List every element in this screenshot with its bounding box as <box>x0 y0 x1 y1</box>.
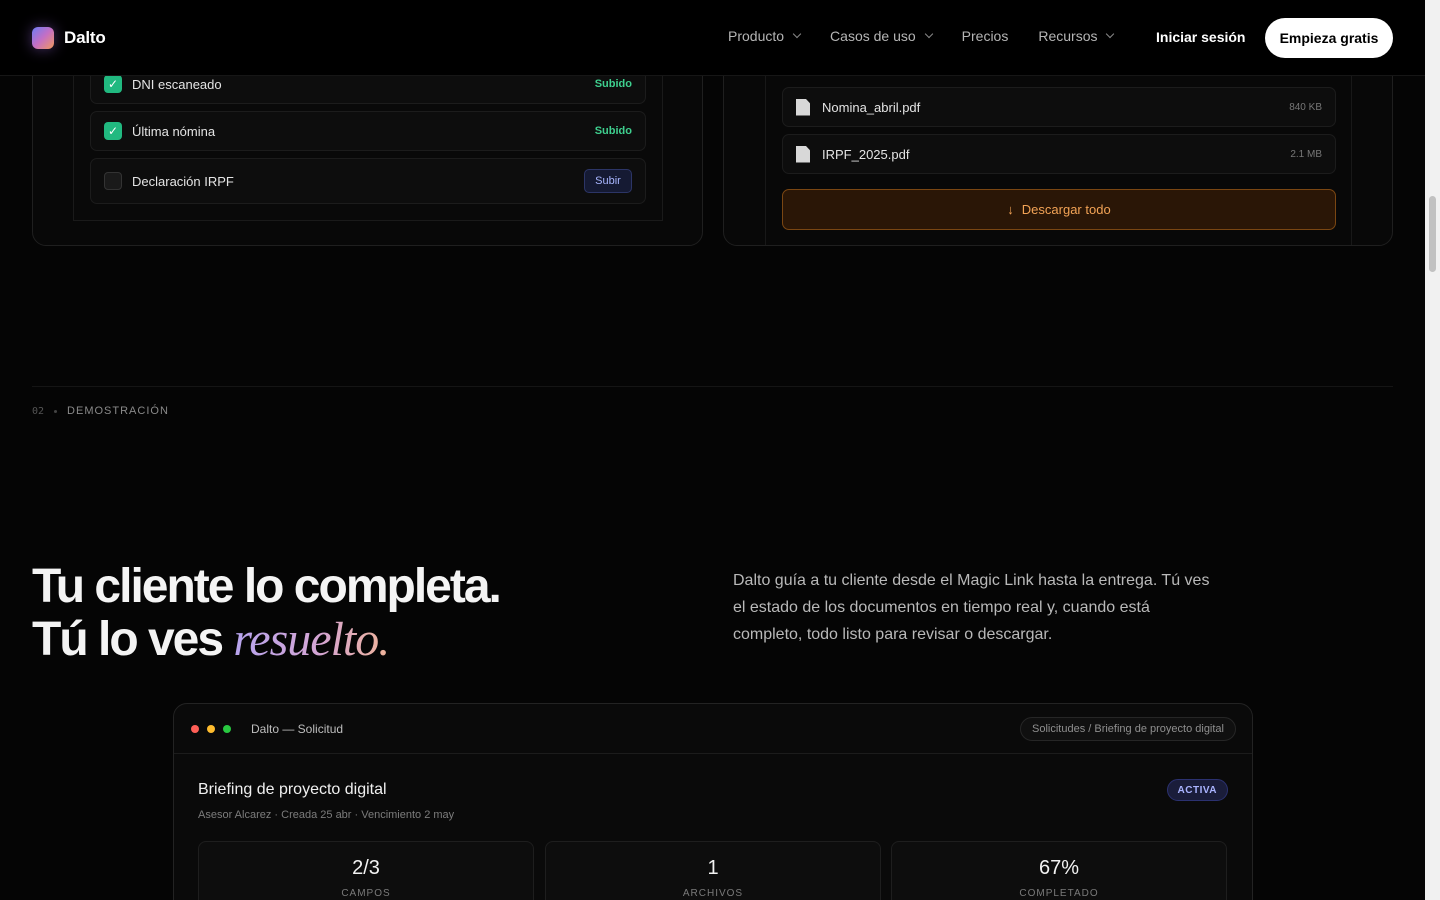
maximize-dot-icon <box>223 724 231 733</box>
file-row[interactable]: IRPF_2025.pdf 2.1 MB <box>782 134 1336 174</box>
stat-value: 1 <box>707 857 719 879</box>
signup-button[interactable]: Empieza gratis <box>1265 18 1393 58</box>
files-card: Nomina_abril.pdf 840 KB IRPF_2025.pdf 2.… <box>723 60 1393 246</box>
stat-label: ARCHIVOS <box>682 888 744 899</box>
request-title: Briefing de proyecto digital <box>198 781 387 798</box>
minimize-dot-icon <box>207 724 215 733</box>
nav-item-label: Producto <box>728 28 785 44</box>
brand-logo-icon <box>32 27 54 49</box>
arrow-down-icon: ↓ <box>1007 202 1014 217</box>
nav-item-casos-de-uso[interactable]: Casos de uso <box>830 28 933 44</box>
chevron-down-icon <box>924 29 933 39</box>
headline-line-1: Tu cliente lo completa. <box>32 560 502 613</box>
chevron-down-icon <box>792 29 802 39</box>
headline-emphasis: resuelto. <box>233 613 390 666</box>
checklist-item-label: Última nómina <box>132 123 216 139</box>
stat-card-completado: 67% COMPLETADO <box>891 841 1227 900</box>
file-size: 840 KB <box>1289 101 1322 113</box>
stat-value: 67% <box>1038 857 1080 879</box>
file-name: IRPF_2025.pdf <box>822 146 910 162</box>
check-icon[interactable]: ✓ <box>104 122 122 140</box>
panel-divider <box>1351 61 1352 245</box>
check-icon[interactable]: ✓ <box>104 75 122 93</box>
section-number: 02 <box>32 405 45 417</box>
brand[interactable]: Dalto <box>32 27 106 49</box>
nav-item-label: Casos de uso <box>830 28 916 44</box>
brand-name: Dalto <box>64 28 106 47</box>
checkbox-empty-icon[interactable] <box>104 172 122 190</box>
section-headline: Tu cliente lo completa. Tú lo ves resuel… <box>32 560 502 666</box>
file-icon <box>796 98 810 116</box>
nav-item-label: Precios <box>961 28 1009 44</box>
section-lead: Dalto guía a tu cliente desde el Magic L… <box>733 572 1210 643</box>
breadcrumb[interactable]: Solicitudes / Briefing de proyecto digit… <box>1020 717 1236 741</box>
window-title: Dalto — Solicitud <box>251 721 344 736</box>
status-badge: ACTIVA <box>1166 779 1228 801</box>
close-dot-icon <box>191 724 199 733</box>
chevron-down-icon <box>1106 29 1115 39</box>
section-divider <box>32 386 1393 387</box>
status-badge: Subido <box>594 125 632 137</box>
file-icon <box>796 145 810 163</box>
request-meta: Asesor Alcarez · Creada 25 abr · Vencimi… <box>198 809 455 821</box>
panel-divider <box>765 61 766 245</box>
checklist-item-label: Declaración IRPF <box>132 173 234 189</box>
page-scrollbar[interactable] <box>1425 0 1440 900</box>
file-row[interactable]: Nomina_abril.pdf 840 KB <box>782 87 1336 127</box>
nav-item-precios[interactable]: Precios <box>962 28 1009 44</box>
status-badge: Subido <box>594 78 632 90</box>
demo-window: Dalto — Solicitud Solicitudes / Briefing… <box>173 703 1253 900</box>
login-link[interactable]: Iniciar sesión <box>1156 29 1245 45</box>
top-nav: Dalto Producto Casos de uso Precios Recu… <box>0 0 1425 76</box>
stat-label: COMPLETADO <box>1019 888 1099 899</box>
download-all-button[interactable]: ↓ Descargar todo <box>782 189 1336 230</box>
checklist-card: ✓ DNI escaneado Subido ✓ Última nómina S… <box>32 60 703 246</box>
file-size: 2.1 MB <box>1290 148 1322 160</box>
dot-separator-icon <box>54 409 58 413</box>
checklist-item: ✓ Última nómina Subido <box>90 111 646 151</box>
file-name: Nomina_abril.pdf <box>822 99 921 115</box>
stat-card-campos: 2/3 CAMPOS <box>198 841 534 900</box>
section-eyebrow: 02 DEMOSTRACIÓN <box>32 405 169 417</box>
download-all-label: Descargar todo <box>1021 202 1111 217</box>
nav-item-producto[interactable]: Producto <box>728 28 802 44</box>
nav-item-recursos[interactable]: Recursos <box>1038 28 1115 44</box>
checklist-item: Declaración IRPF Subir <box>90 158 646 204</box>
scrollbar-thumb[interactable] <box>1429 196 1436 272</box>
stat-value: 2/3 <box>352 857 380 879</box>
upload-button[interactable]: Subir <box>584 169 632 193</box>
headline-line-2-prefix: Tú lo ves <box>32 613 234 666</box>
stat-label: CAMPOS <box>341 888 391 899</box>
nav-menu: Producto Casos de uso Precios Recursos <box>728 28 1143 44</box>
section-label: DEMOSTRACIÓN <box>67 405 169 417</box>
window-titlebar: Dalto — Solicitud Solicitudes / Briefing… <box>174 704 1252 754</box>
checklist-item-label: DNI escaneado <box>132 76 222 92</box>
stat-card-archivos: 1 ARCHIVOS <box>545 841 881 900</box>
nav-item-label: Recursos <box>1038 28 1098 44</box>
